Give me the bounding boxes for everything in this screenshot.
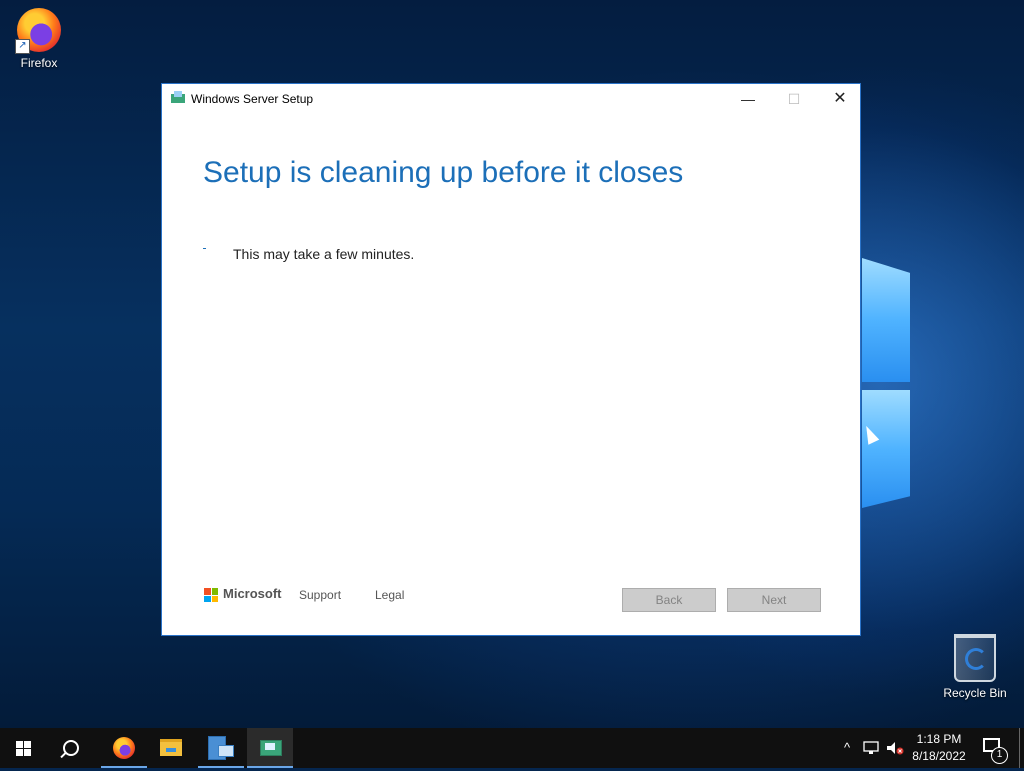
taskbar-file-explorer[interactable]: [149, 728, 195, 768]
file-explorer-icon: [160, 739, 182, 756]
back-button[interactable]: Back: [622, 588, 716, 612]
microsoft-brand: Microsoft: [223, 586, 282, 601]
maximize-button[interactable]: ☐: [771, 84, 817, 114]
start-button[interactable]: [0, 728, 46, 768]
support-link[interactable]: Support: [299, 588, 341, 602]
notification-count-badge: 1: [991, 747, 1008, 764]
close-button[interactable]: ✕: [817, 84, 863, 114]
desktop-icon-label: Firefox: [20, 56, 58, 70]
show-hidden-icons-chevron-icon[interactable]: ^: [838, 728, 856, 768]
show-desktop-button[interactable]: [1019, 728, 1020, 768]
shortcut-arrow-icon: ↗: [15, 39, 30, 54]
recycle-bin-icon: [954, 634, 996, 682]
system-clock[interactable]: 1:18 PM 8/18/2022: [898, 731, 980, 765]
windows-start-icon: [16, 741, 32, 756]
desktop-icon-firefox[interactable]: ↗ Firefox: [4, 8, 74, 70]
progress-bullet: [203, 248, 206, 249]
taskbar-windows-setup[interactable]: [247, 728, 293, 768]
taskbar-firefox[interactable]: [101, 728, 147, 768]
title-bar[interactable]: Windows Server Setup — ☐ ✕: [162, 84, 860, 114]
taskbar: ^ 1:18 PM 8/18/2022 1: [0, 728, 1024, 768]
clock-time: 1:18 PM: [916, 732, 962, 746]
window-title: Windows Server Setup: [191, 92, 314, 106]
legal-link[interactable]: Legal: [375, 588, 404, 602]
search-button[interactable]: [48, 728, 94, 768]
setup-app-icon: [171, 91, 185, 103]
search-icon: [63, 740, 79, 756]
minimize-button[interactable]: —: [725, 84, 771, 114]
desktop-icon-label: Recycle Bin: [943, 686, 1007, 700]
clock-date: 8/18/2022: [912, 749, 966, 763]
windows-logo-wallpaper: [862, 240, 912, 510]
setup-window: Windows Server Setup — ☐ ✕ Setup is clea…: [161, 83, 861, 636]
next-button[interactable]: Next: [727, 588, 821, 612]
taskbar-server-manager[interactable]: [198, 728, 244, 768]
windows-setup-icon: [260, 740, 282, 756]
status-message: This may take a few minutes.: [233, 246, 415, 262]
page-title: Setup is cleaning up before it closes: [203, 156, 684, 189]
firefox-icon: ↗: [15, 8, 61, 54]
network-icon[interactable]: [860, 728, 882, 768]
microsoft-logo-icon: [204, 588, 218, 602]
firefox-icon: [113, 737, 135, 759]
desktop-icon-recycle-bin[interactable]: Recycle Bin: [940, 634, 1010, 700]
